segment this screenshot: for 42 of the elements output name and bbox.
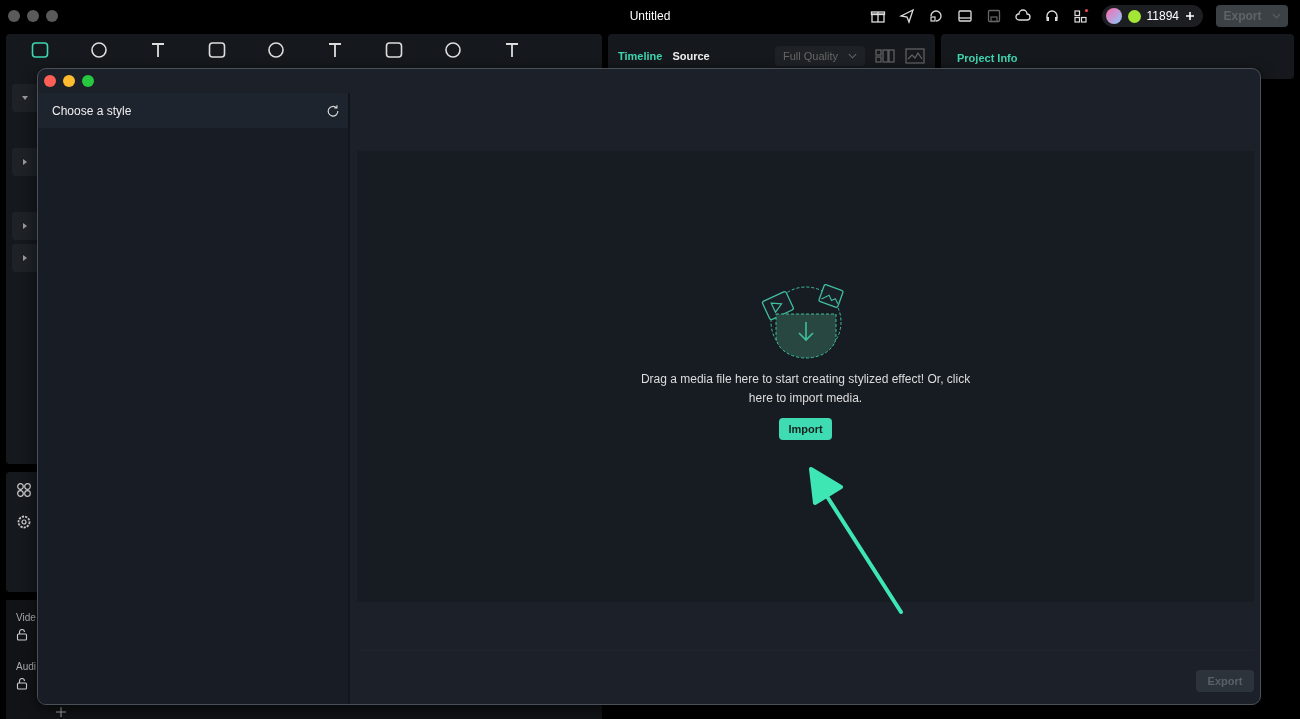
chevron-icon (1271, 13, 1281, 19)
apps-icon[interactable] (1072, 8, 1089, 24)
waveform-icon[interactable] (905, 48, 925, 64)
lock-icon[interactable] (16, 678, 28, 690)
panel-title: Project Info (957, 52, 1018, 64)
caret-icon[interactable] (22, 159, 28, 165)
pane-title: Choose a style (52, 103, 133, 118)
lock-icon[interactable] (16, 629, 28, 641)
layout-icon[interactable] (875, 48, 895, 64)
save-icon[interactable] (985, 8, 1002, 24)
refresh-icon[interactable] (326, 103, 340, 118)
window-button[interactable] (46, 10, 58, 22)
drop-message: Drag a media file here to start creating stylized effect! Or, click here to import media. (640, 370, 971, 407)
preview-tab[interactable]: Source (672, 50, 710, 62)
window-button[interactable] (27, 10, 39, 22)
window-button[interactable] (8, 10, 20, 22)
zoom-button[interactable] (82, 75, 94, 87)
grid-icon[interactable] (16, 482, 32, 498)
close-button[interactable] (44, 75, 56, 87)
track-label: Vide (16, 612, 37, 623)
credit-icon (1127, 9, 1141, 23)
gift-icon[interactable] (869, 8, 886, 24)
caret-icon[interactable] (22, 255, 28, 261)
caret-icon[interactable] (22, 223, 28, 229)
headset-icon[interactable] (1043, 8, 1060, 24)
drop-zone[interactable]: Drag a media file here to start creating stylized effect! Or, click here to import media. Import (357, 151, 1254, 602)
monitor-icon[interactable] (956, 8, 973, 24)
chevron-icon (848, 53, 857, 59)
add-track-icon[interactable] (56, 707, 66, 717)
window-title: Untitled (628, 9, 672, 23)
cloud-icon[interactable] (1014, 8, 1031, 24)
send-icon[interactable] (898, 8, 915, 24)
avatar-icon (1105, 8, 1122, 24)
account-pill[interactable]: 11894 (1101, 5, 1203, 27)
caret-icon[interactable] (22, 95, 28, 101)
preview-tab[interactable]: Timeline (618, 50, 663, 62)
settings-icon[interactable] (16, 514, 32, 530)
credit-count: 11894 (1146, 9, 1179, 23)
plus-icon[interactable] (1185, 11, 1195, 21)
track-label: Audi (16, 661, 37, 672)
import-button[interactable]: Import (779, 417, 832, 440)
minimize-button[interactable] (63, 75, 75, 87)
